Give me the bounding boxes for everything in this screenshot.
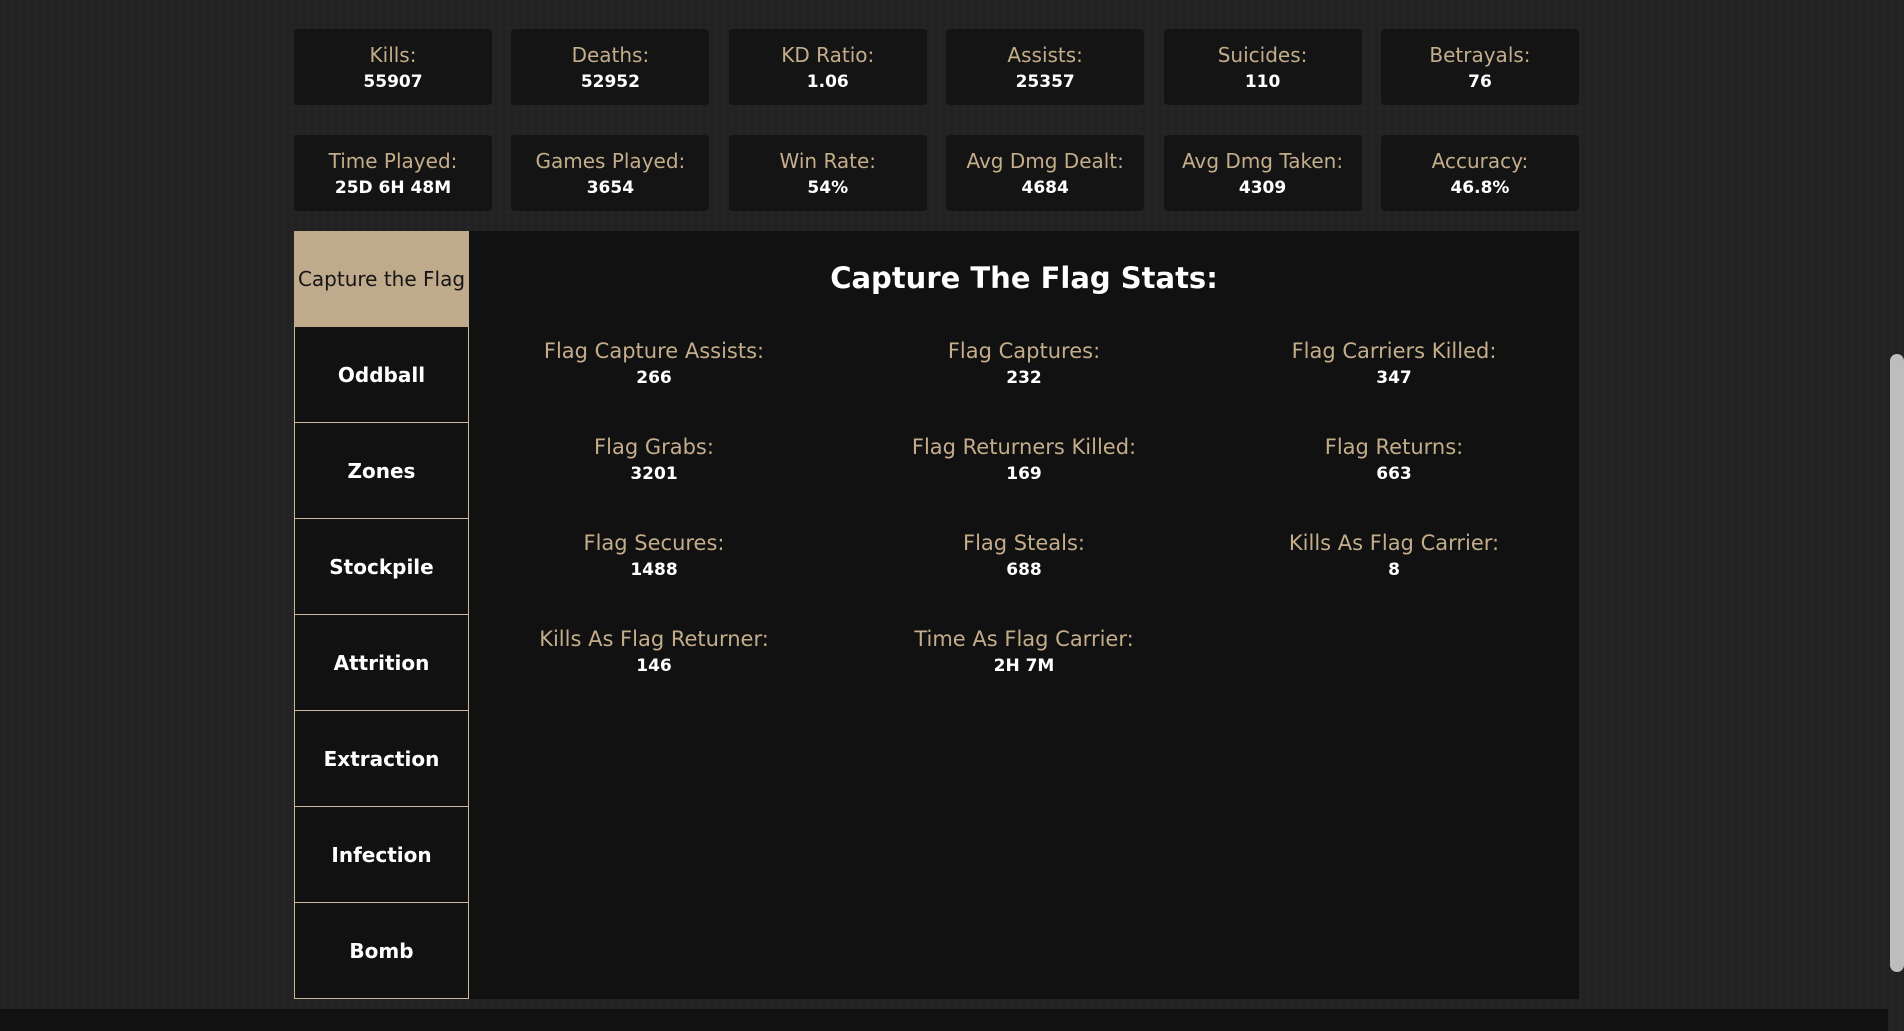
scrollbar-thumb[interactable] [1890, 354, 1904, 972]
stat-label: Time As Flag Carrier: [914, 627, 1134, 651]
stat-card-betrayals: Betrayals: 76 [1380, 29, 1579, 105]
stat-flag-carriers-killed: Flag Carriers Killed: 347 [1209, 338, 1579, 434]
stat-label: KD Ratio: [781, 43, 875, 67]
stat-value: 169 [1006, 464, 1042, 484]
stat-value: 25357 [1015, 72, 1075, 92]
stat-card-games-played: Games Played: 3654 [511, 135, 710, 211]
stat-card-suicides: Suicides: 110 [1163, 29, 1362, 105]
stat-value: 54% [807, 178, 849, 198]
stat-card-assists: Assists: 25357 [946, 29, 1145, 105]
tab-attrition[interactable]: Attrition [294, 615, 469, 711]
stat-value: 46.8% [1450, 178, 1510, 198]
stat-flag-returners-killed: Flag Returners Killed: 169 [839, 434, 1209, 530]
stat-value: 4684 [1021, 178, 1069, 198]
stat-flag-capture-assists: Flag Capture Assists: 266 [469, 338, 839, 434]
stat-value: 3654 [586, 178, 635, 198]
page-scrollbar[interactable] [1888, 0, 1904, 1031]
stat-value: 232 [1006, 368, 1042, 388]
stat-card-avg-dmg-dealt: Avg Dmg Dealt: 4684 [946, 135, 1145, 211]
stat-value: 110 [1244, 72, 1281, 92]
stat-label: Avg Dmg Dealt: [966, 149, 1124, 173]
stat-card-avg-dmg-taken: Avg Dmg Taken: 4309 [1163, 135, 1362, 211]
stat-value: 55907 [363, 72, 423, 92]
stat-label: Kills: [369, 43, 417, 67]
tab-oddball[interactable]: Oddball [294, 327, 469, 423]
tab-capture-the-flag[interactable]: Capture the Flag [294, 231, 469, 327]
stat-value: 25D 6H 48M [334, 178, 452, 198]
stat-label: Flag Grabs: [594, 435, 714, 459]
stat-card-kd-ratio: KD Ratio: 1.06 [728, 29, 927, 105]
stat-kills-as-flag-carrier: Kills As Flag Carrier: 8 [1209, 530, 1579, 626]
game-mode-tabs: Capture the Flag Oddball Zones Stockpile… [294, 231, 469, 999]
stat-card-deaths: Deaths: 52952 [511, 29, 710, 105]
bottom-bar [0, 1009, 1888, 1031]
stat-label: Accuracy: [1431, 149, 1529, 173]
stat-label: Flag Carriers Killed: [1291, 339, 1497, 363]
stat-label: Avg Dmg Taken: [1182, 149, 1344, 173]
stat-flag-grabs: Flag Grabs: 3201 [469, 434, 839, 530]
stat-value: 266 [636, 368, 672, 388]
overview-stats-row-2: Time Played: 25D 6H 48M Games Played: 36… [294, 135, 1579, 211]
stat-card-win-rate: Win Rate: 54% [728, 135, 927, 211]
stat-label: Flag Returners Killed: [911, 435, 1137, 459]
stat-kills-as-flag-returner: Kills As Flag Returner: 146 [469, 626, 839, 722]
tab-zones[interactable]: Zones [294, 423, 469, 519]
stat-flag-returns: Flag Returns: 663 [1209, 434, 1579, 530]
stat-label: Assists: [1007, 43, 1083, 67]
stat-card-accuracy: Accuracy: 46.8% [1380, 135, 1579, 211]
stat-label: Win Rate: [779, 149, 877, 173]
stat-value: 347 [1376, 368, 1412, 388]
stat-value: 76 [1468, 72, 1492, 92]
stat-flag-secures: Flag Secures: 1488 [469, 530, 839, 626]
stat-label: Flag Returns: [1324, 435, 1464, 459]
panel-title: Capture The Flag Stats: [830, 261, 1218, 295]
stat-label: Games Played: [535, 149, 686, 173]
stat-label: Suicides: [1217, 43, 1308, 67]
stat-label: Kills As Flag Returner: [539, 627, 769, 651]
stat-value: 3201 [630, 464, 678, 484]
stat-time-as-flag-carrier: Time As Flag Carrier: 2H 7M [839, 626, 1209, 722]
stat-value: 663 [1376, 464, 1412, 484]
tab-bomb[interactable]: Bomb [294, 903, 469, 999]
stat-card-time-played: Time Played: 25D 6H 48M [294, 135, 492, 211]
stat-value: 2H 7M [993, 656, 1055, 676]
stat-label: Flag Secures: [583, 531, 725, 555]
mode-stats-panel: Capture The Flag Stats: Flag Capture Ass… [469, 231, 1579, 999]
stat-label: Betrayals: [1429, 43, 1531, 67]
stat-label: Flag Steals: [963, 531, 1085, 555]
tab-infection[interactable]: Infection [294, 807, 469, 903]
tab-extraction[interactable]: Extraction [294, 711, 469, 807]
stat-flag-captures: Flag Captures: 232 [839, 338, 1209, 434]
stat-label: Flag Capture Assists: [543, 339, 765, 363]
stat-label: Flag Captures: [947, 339, 1101, 363]
stat-label: Kills As Flag Carrier: [1288, 531, 1500, 555]
stat-value: 8 [1388, 560, 1400, 580]
stat-card-kills: Kills: 55907 [294, 29, 492, 105]
stat-value: 52952 [580, 72, 640, 92]
overview-stats-row-1: Kills: 55907 Deaths: 52952 KD Ratio: 1.0… [294, 29, 1579, 105]
stat-value: 4309 [1238, 178, 1287, 198]
stat-value: 1.06 [806, 72, 849, 92]
stat-value: 146 [636, 656, 672, 676]
stat-flag-steals: Flag Steals: 688 [839, 530, 1209, 626]
stat-label: Time Played: [328, 149, 458, 173]
mode-stats-grid: Flag Capture Assists: 266 Flag Captures:… [469, 338, 1579, 722]
tab-stockpile[interactable]: Stockpile [294, 519, 469, 615]
stat-value: 688 [1006, 560, 1042, 580]
stat-label: Deaths: [571, 43, 650, 67]
stat-value: 1488 [630, 560, 678, 580]
